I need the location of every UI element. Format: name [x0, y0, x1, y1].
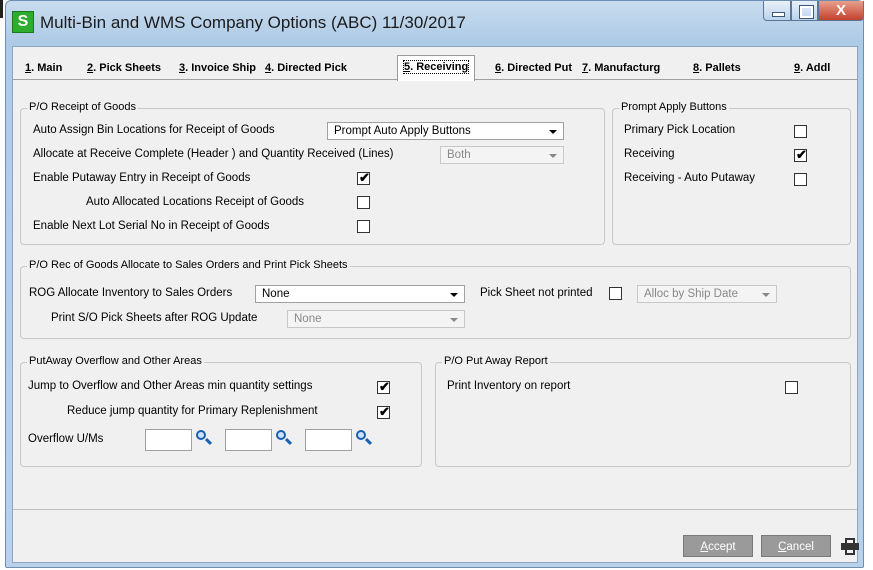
prompt-apply-group: Prompt Apply Buttons Primary Pick Locati…: [612, 101, 851, 245]
auto-putaway-label: Receiving - Auto Putaway: [624, 172, 756, 184]
putaway-overflow-title: PutAway Overflow and Other Areas: [27, 355, 204, 367]
window-title: Multi-Bin and WMS Company Options (ABC) …: [40, 13, 466, 32]
printer-icon[interactable]: [841, 538, 859, 555]
close-button[interactable]: X: [818, 1, 864, 21]
check-icon: ✔: [379, 379, 390, 394]
allocate-select[interactable]: Both: [440, 146, 564, 164]
overflow-um-2-input[interactable]: [225, 429, 272, 451]
maximize-button[interactable]: [791, 1, 818, 21]
auto-assign-label: Auto Assign Bin Locations for Receipt of…: [33, 124, 275, 136]
tab-directed-pick[interactable]: 4. Directed Pick: [265, 62, 347, 74]
print-pick-sheets-select[interactable]: None: [287, 310, 465, 328]
tab-manufacturing[interactable]: 7. Manufacturg: [582, 62, 660, 74]
tab-pallets[interactable]: 8. Pallets: [693, 62, 741, 74]
allocate-label: Allocate at Receive Complete (Header ) a…: [33, 148, 394, 160]
primary-pick-label: Primary Pick Location: [624, 124, 736, 136]
footer-divider: [13, 509, 857, 510]
auto-putaway-checkbox[interactable]: [794, 173, 807, 186]
auto-allocated-checkbox[interactable]: [357, 196, 370, 209]
check-icon: ✔: [796, 147, 807, 162]
left-edge-mark: [0, 0, 3, 18]
auto-allocated-label: Auto Allocated Locations Receipt of Good…: [86, 196, 305, 208]
reduce-jump-checkbox[interactable]: ✔: [377, 404, 390, 419]
next-lot-checkbox[interactable]: [357, 220, 370, 233]
tab-pick-sheets[interactable]: 2. Pick Sheets: [87, 62, 161, 74]
check-icon: ✔: [379, 404, 390, 419]
allocate-value: Both: [447, 149, 471, 161]
dialog-client-area: 1. Main 2. Pick Sheets 3. Invoice Ship 4…: [12, 46, 859, 563]
tab-invoice-ship[interactable]: 3. Invoice Ship: [179, 62, 256, 74]
chevron-down-icon: [549, 154, 557, 158]
po-putaway-report-title: P/O Put Away Report: [442, 355, 550, 367]
search-icon[interactable]: [355, 429, 373, 447]
next-lot-label: Enable Next Lot Serial No in Receipt of …: [33, 220, 270, 232]
chevron-down-icon: [549, 130, 557, 134]
overflow-um-3-input[interactable]: [305, 429, 352, 451]
receiving-label: Receiving: [624, 148, 675, 160]
alloc-by-ship-date-value: Alloc by Ship Date: [644, 288, 738, 300]
search-icon[interactable]: [275, 429, 293, 447]
pick-sheet-not-printed-checkbox[interactable]: [609, 287, 622, 300]
putaway-overflow-group: PutAway Overflow and Other Areas Jump to…: [20, 355, 422, 467]
cancel-button[interactable]: Cancel: [761, 535, 831, 557]
print-pick-sheets-value: None: [294, 313, 322, 325]
auto-assign-value: Prompt Auto Apply Buttons: [334, 125, 471, 137]
rog-allocate-title: P/O Rec of Goods Allocate to Sales Order…: [27, 259, 350, 271]
check-icon: ✔: [359, 170, 370, 185]
primary-pick-checkbox[interactable]: [794, 125, 807, 138]
tab-receiving[interactable]: 5. Receiving: [397, 55, 476, 81]
print-inventory-checkbox[interactable]: [785, 381, 798, 394]
tab-strip: 1. Main 2. Pick Sheets 3. Invoice Ship 4…: [13, 47, 857, 81]
rog-allocate-value: None: [262, 288, 290, 300]
po-receipt-title: P/O Receipt of Goods: [27, 101, 138, 113]
chevron-down-icon: [762, 293, 770, 297]
overflow-ums-label: Overflow U/Ms: [28, 433, 104, 445]
chevron-down-icon: [450, 318, 458, 322]
enable-putaway-checkbox[interactable]: ✔: [357, 170, 370, 185]
prompt-apply-title: Prompt Apply Buttons: [619, 101, 729, 113]
overflow-um-1-input[interactable]: [145, 429, 192, 451]
pick-sheet-not-printed-label: Pick Sheet not printed: [480, 287, 593, 299]
dialog-window: S Multi-Bin and WMS Company Options (ABC…: [5, 0, 864, 568]
chevron-down-icon: [450, 293, 458, 297]
search-icon[interactable]: [195, 429, 213, 447]
jump-overflow-checkbox[interactable]: ✔: [377, 379, 390, 394]
rog-allocate-select[interactable]: None: [255, 285, 465, 303]
rog-allocate-label: ROG Allocate Inventory to Sales Orders: [29, 287, 233, 299]
minimize-icon: [772, 12, 785, 17]
print-inventory-label: Print Inventory on report: [447, 380, 571, 392]
maximize-icon: [799, 5, 814, 19]
rog-allocate-group: P/O Rec of Goods Allocate to Sales Order…: [20, 259, 851, 339]
jump-overflow-label: Jump to Overflow and Other Areas min qua…: [28, 380, 313, 392]
auto-assign-select[interactable]: Prompt Auto Apply Buttons: [327, 122, 564, 140]
enable-putaway-label: Enable Putaway Entry in Receipt of Goods: [33, 172, 251, 184]
receiving-checkbox[interactable]: ✔: [794, 147, 807, 162]
accept-button[interactable]: Accept: [683, 535, 753, 557]
po-receipt-group: P/O Receipt of Goods Auto Assign Bin Loc…: [20, 101, 605, 245]
title-bar[interactable]: S Multi-Bin and WMS Company Options (ABC…: [6, 1, 864, 37]
tab-addl[interactable]: 9. Addl: [794, 62, 830, 74]
app-logo-icon: S: [12, 11, 34, 33]
reduce-jump-label: Reduce jump quantity for Primary Repleni…: [67, 405, 318, 417]
alloc-by-ship-date-select[interactable]: Alloc by Ship Date: [637, 285, 777, 303]
print-pick-sheets-label: Print S/O Pick Sheets after ROG Update: [51, 312, 258, 324]
tab-main[interactable]: 1. Main: [25, 62, 62, 74]
minimize-button[interactable]: [763, 1, 791, 21]
tab-directed-put[interactable]: 6. Directed Put: [495, 62, 572, 74]
close-icon: X: [835, 2, 846, 19]
po-putaway-report-group: P/O Put Away Report Print Inventory on r…: [435, 355, 851, 467]
